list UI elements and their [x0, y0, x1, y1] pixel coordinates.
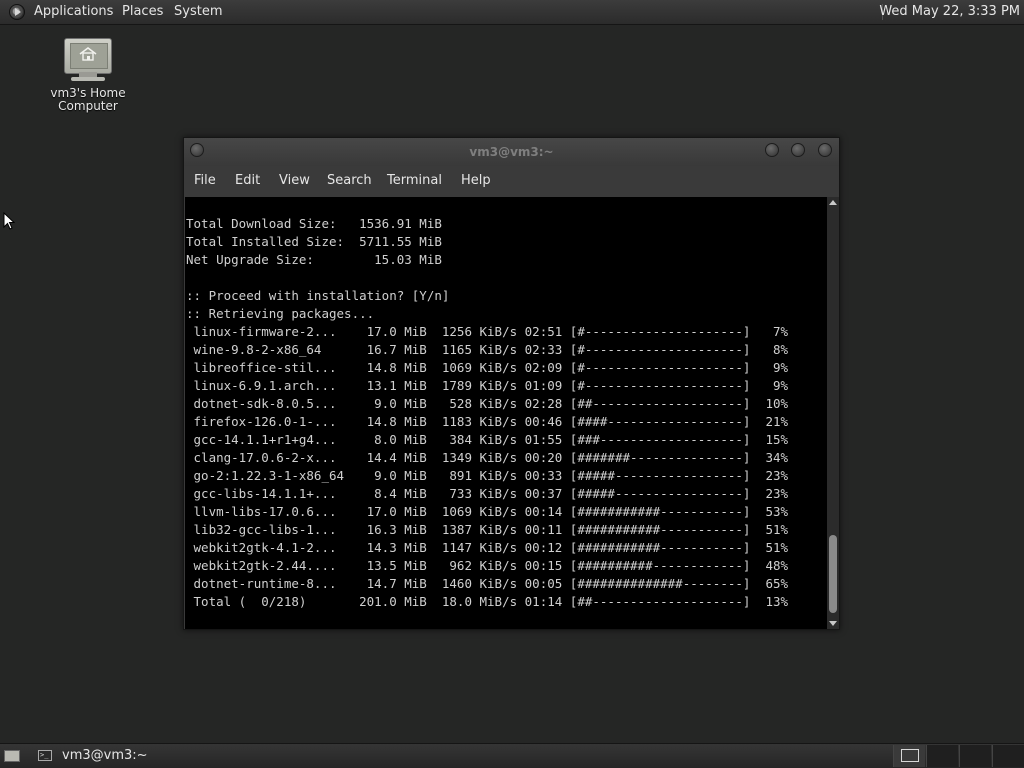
menu-file[interactable]: File	[194, 166, 216, 196]
computer-icon	[63, 34, 113, 82]
close-button[interactable]	[818, 143, 832, 157]
desktop-icon-home[interactable]: vm3's Home Computer	[40, 34, 136, 113]
terminal-line: clang-17.0.6-2-x... 14.4 MiB 1349 KiB/s …	[186, 450, 789, 465]
terminal-line: gcc-libs-14.1.1+... 8.4 MiB 733 KiB/s 00…	[186, 486, 789, 501]
maximize-button[interactable]	[791, 143, 805, 157]
top-panel: Applications Places System Wed May 22, 3…	[0, 0, 1024, 25]
bottom-panel: >_ vm3@vm3:~	[0, 743, 1024, 768]
terminal-line: linux-firmware-2... 17.0 MiB 1256 KiB/s …	[186, 324, 789, 339]
terminal-line: webkit2gtk-2.44.... 13.5 MiB 962 KiB/s 0…	[186, 558, 789, 573]
terminal-icon: >_	[38, 750, 52, 761]
desktop-icon-label-line2: Computer	[58, 99, 118, 113]
terminal-line: Total Installed Size: 5711.55 MiB	[186, 234, 442, 249]
workspace-1[interactable]	[893, 745, 925, 767]
menu-terminal[interactable]: Terminal	[387, 166, 442, 196]
terminal-line: wine-9.8-2-x86_64 16.7 MiB 1165 KiB/s 02…	[186, 342, 789, 357]
minimize-button[interactable]	[765, 143, 779, 157]
terminal-line: linux-6.9.1.arch... 13.1 MiB 1789 KiB/s …	[186, 378, 789, 393]
workspace-4[interactable]	[992, 745, 1024, 767]
terminal-line: Total Download Size: 1536.91 MiB	[186, 216, 442, 231]
show-desktop-icon[interactable]	[4, 750, 20, 762]
terminal-line: dotnet-sdk-8.0.5... 9.0 MiB 528 KiB/s 02…	[186, 396, 789, 411]
terminal-line: :: Retrieving packages...	[186, 306, 375, 321]
workspace-switcher	[893, 744, 1024, 768]
terminal-output: Total Download Size: 1536.91 MiB Total In…	[186, 215, 788, 611]
workspace-2[interactable]	[926, 745, 958, 767]
terminal-line: go-2:1.22.3-1-x86_64 9.0 MiB 891 KiB/s 0…	[186, 468, 789, 483]
terminal-line: Total ( 0/218) 201.0 MiB 18.0 MiB/s 01:1…	[186, 594, 789, 609]
terminal-output-area[interactable]: Total Download Size: 1536.91 MiB Total In…	[185, 197, 827, 629]
workspace-3[interactable]	[959, 745, 991, 767]
mouse-pointer-icon	[3, 212, 15, 230]
scroll-up-arrow-icon[interactable]	[829, 200, 837, 205]
system-menu[interactable]: System	[174, 0, 222, 24]
terminal-menubar: File Edit View Search Terminal Help	[184, 166, 839, 196]
clock[interactable]: Wed May 22, 3:33 PM	[879, 0, 1020, 24]
terminal-line: libreoffice-stil... 14.8 MiB 1069 KiB/s …	[186, 360, 789, 375]
menu-search[interactable]: Search	[327, 166, 372, 196]
menu-help[interactable]: Help	[461, 166, 491, 196]
terminal-line: llvm-libs-17.0.6... 17.0 MiB 1069 KiB/s …	[186, 504, 789, 519]
applications-menu[interactable]: Applications	[34, 0, 113, 24]
menu-view[interactable]: View	[279, 166, 310, 196]
desktop-icon-label: vm3's Home Computer	[40, 87, 136, 113]
terminal-line: Net Upgrade Size: 15.03 MiB	[186, 252, 442, 267]
terminal-scrollbar[interactable]	[827, 197, 839, 629]
terminal-line: lib32-gcc-libs-1... 16.3 MiB 1387 KiB/s …	[186, 522, 789, 537]
terminal-line: firefox-126.0-1-... 14.8 MiB 1183 KiB/s …	[186, 414, 789, 429]
window-titlebar[interactable]: vm3@vm3:~	[184, 138, 839, 166]
scroll-down-arrow-icon[interactable]	[829, 621, 837, 626]
terminal-line: gcc-14.1.1+r1+g4... 8.0 MiB 384 KiB/s 01…	[186, 432, 789, 447]
window-title: vm3@vm3:~	[469, 145, 554, 159]
places-menu[interactable]: Places	[122, 0, 163, 24]
applications-logo-icon[interactable]	[9, 4, 25, 20]
taskbar-button-terminal[interactable]: >_ vm3@vm3:~	[32, 744, 216, 768]
scrollbar-thumb[interactable]	[829, 535, 837, 613]
taskbar-label: vm3@vm3:~	[62, 748, 148, 763]
terminal-line: :: Proceed with installation? [Y/n]	[186, 288, 450, 303]
terminal-line: dotnet-runtime-8... 14.7 MiB 1460 KiB/s …	[186, 576, 789, 591]
menu-edit[interactable]: Edit	[235, 166, 260, 196]
terminal-window[interactable]: vm3@vm3:~ File Edit View Search Terminal…	[183, 137, 840, 630]
terminal-line: webkit2gtk-4.1-2... 14.3 MiB 1147 KiB/s …	[186, 540, 789, 555]
